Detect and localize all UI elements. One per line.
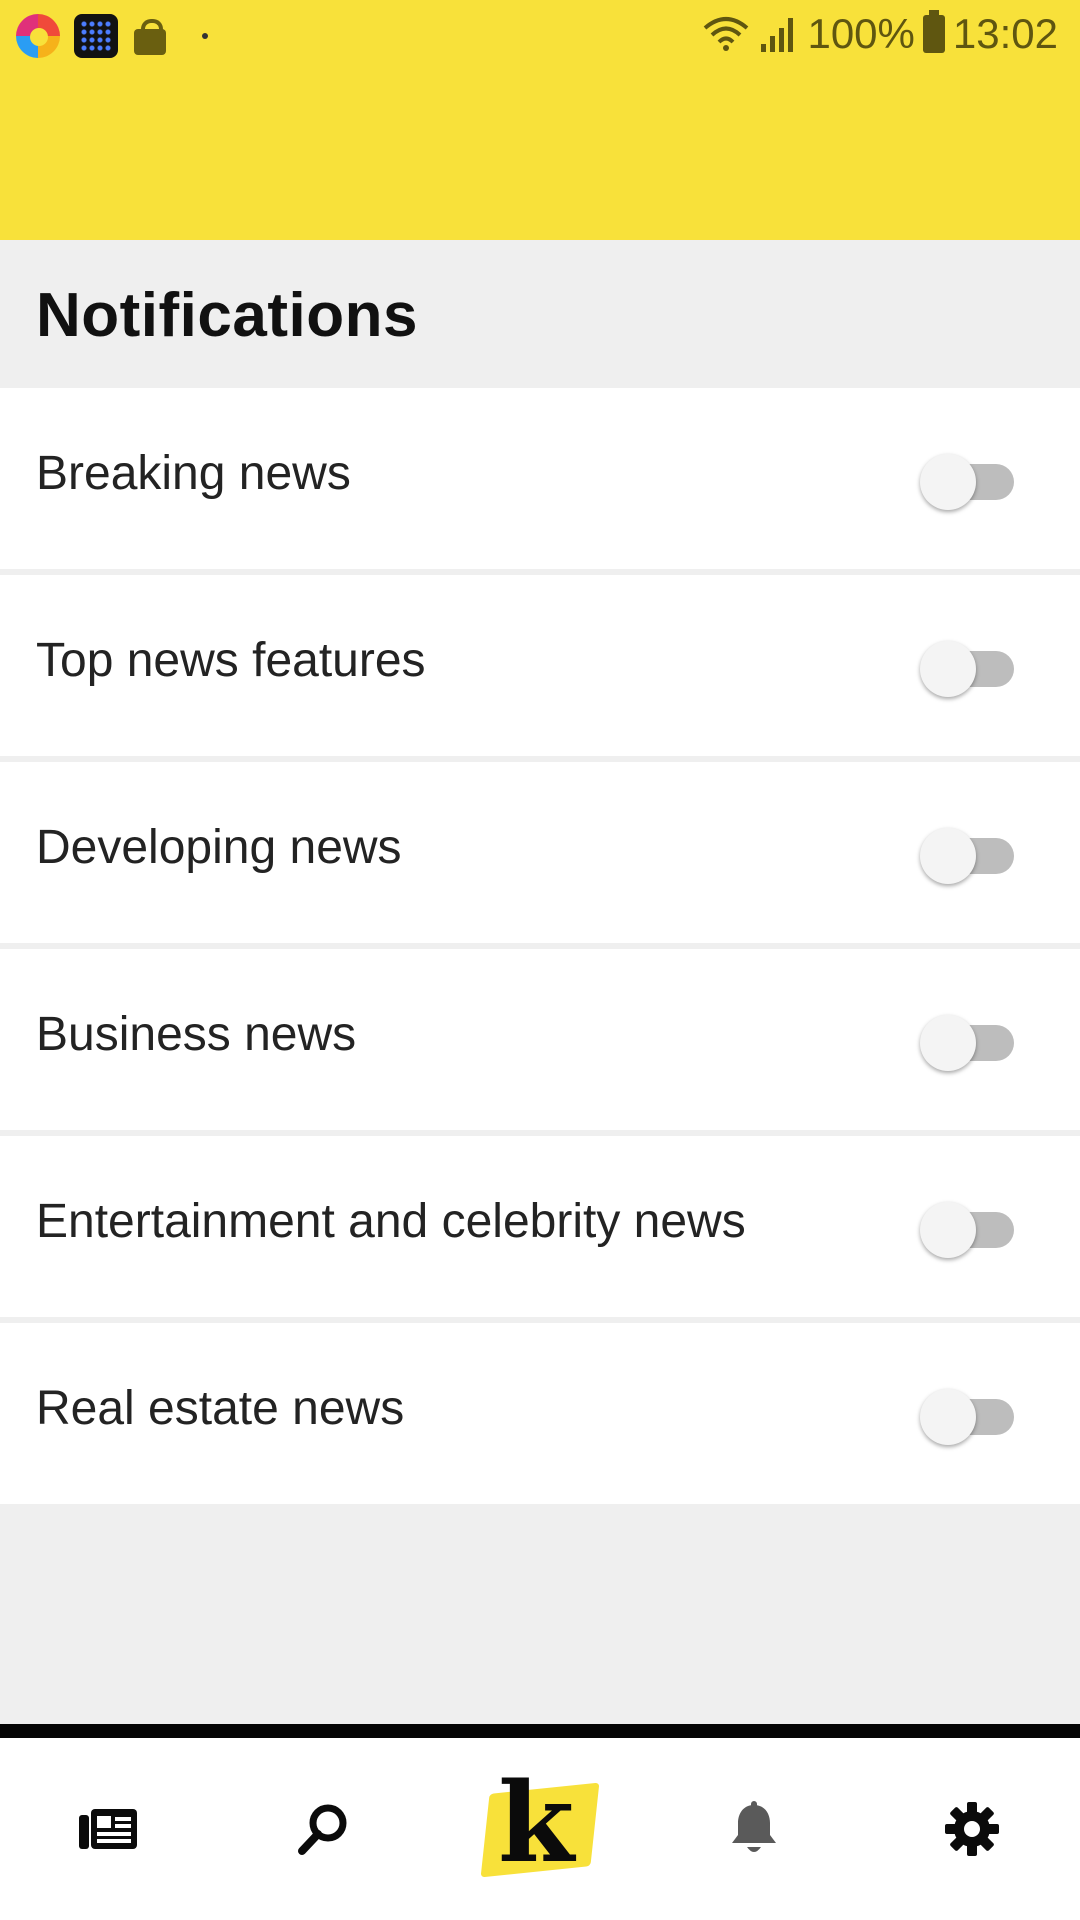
setting-label: Business news	[36, 1008, 357, 1061]
more-notifications-dot-icon	[202, 33, 208, 39]
system-indicators: 100% 13:02	[701, 10, 1058, 58]
setting-label: Breaking news	[36, 447, 351, 500]
title-band: Notifications	[0, 240, 1080, 388]
wifi-icon	[704, 17, 749, 51]
bottom-navigation: k	[0, 1738, 1080, 1920]
shopping-bag-icon	[132, 17, 168, 55]
signal-icon	[761, 18, 794, 52]
setting-label: Entertainment and celebrity news	[36, 1195, 746, 1248]
nav-notifications-button[interactable]	[706, 1738, 802, 1920]
top-news-features-toggle[interactable]	[920, 641, 1016, 697]
toggle-thumb	[920, 454, 976, 510]
toggle-thumb	[920, 641, 976, 697]
bottom-nav-divider	[0, 1724, 1080, 1738]
list-item[interactable]: Entertainment and celebrity news	[0, 1136, 1080, 1317]
list-item[interactable]: Business news	[0, 949, 1080, 1130]
newspaper-icon	[79, 1809, 137, 1849]
entertainment-news-toggle[interactable]	[920, 1202, 1016, 1258]
status-bar: 100% 13:02	[0, 0, 1080, 76]
gear-icon	[945, 1802, 999, 1856]
battery-percentage: 100%	[807, 10, 915, 57]
nav-settings-button[interactable]	[924, 1738, 1020, 1920]
setting-label: Top news features	[36, 634, 426, 687]
list-item[interactable]: Breaking news	[0, 388, 1080, 569]
breaking-news-toggle[interactable]	[920, 454, 1016, 510]
developing-news-toggle[interactable]	[920, 828, 1016, 884]
notification-icons	[16, 14, 208, 58]
toggle-thumb	[920, 828, 976, 884]
nav-news-button[interactable]	[60, 1738, 156, 1920]
toggle-thumb	[920, 1389, 976, 1445]
search-icon	[298, 1804, 347, 1855]
list-item[interactable]: Developing news	[0, 762, 1080, 943]
bell-icon	[732, 1801, 776, 1852]
logo-k-icon: k	[498, 1758, 575, 1887]
setting-label: Real estate news	[36, 1382, 405, 1435]
toggle-thumb	[920, 1202, 976, 1258]
clock: 13:02	[952, 10, 1058, 57]
real-estate-news-toggle[interactable]	[920, 1389, 1016, 1445]
notification-settings-list: Breaking news Top news features Developi…	[0, 388, 1080, 1504]
page-title: Notifications	[36, 281, 418, 350]
toggle-thumb	[920, 1015, 976, 1071]
nav-home-logo-button[interactable]: k	[478, 1768, 602, 1880]
grid-app-icon	[74, 14, 118, 58]
nav-search-button[interactable]	[276, 1738, 372, 1920]
list-item[interactable]: Top news features	[0, 575, 1080, 756]
app-notification-icon	[16, 14, 60, 58]
setting-label: Developing news	[36, 821, 402, 874]
business-news-toggle[interactable]	[920, 1015, 1016, 1071]
list-item[interactable]: Real estate news	[0, 1323, 1080, 1504]
battery-icon	[922, 10, 945, 53]
